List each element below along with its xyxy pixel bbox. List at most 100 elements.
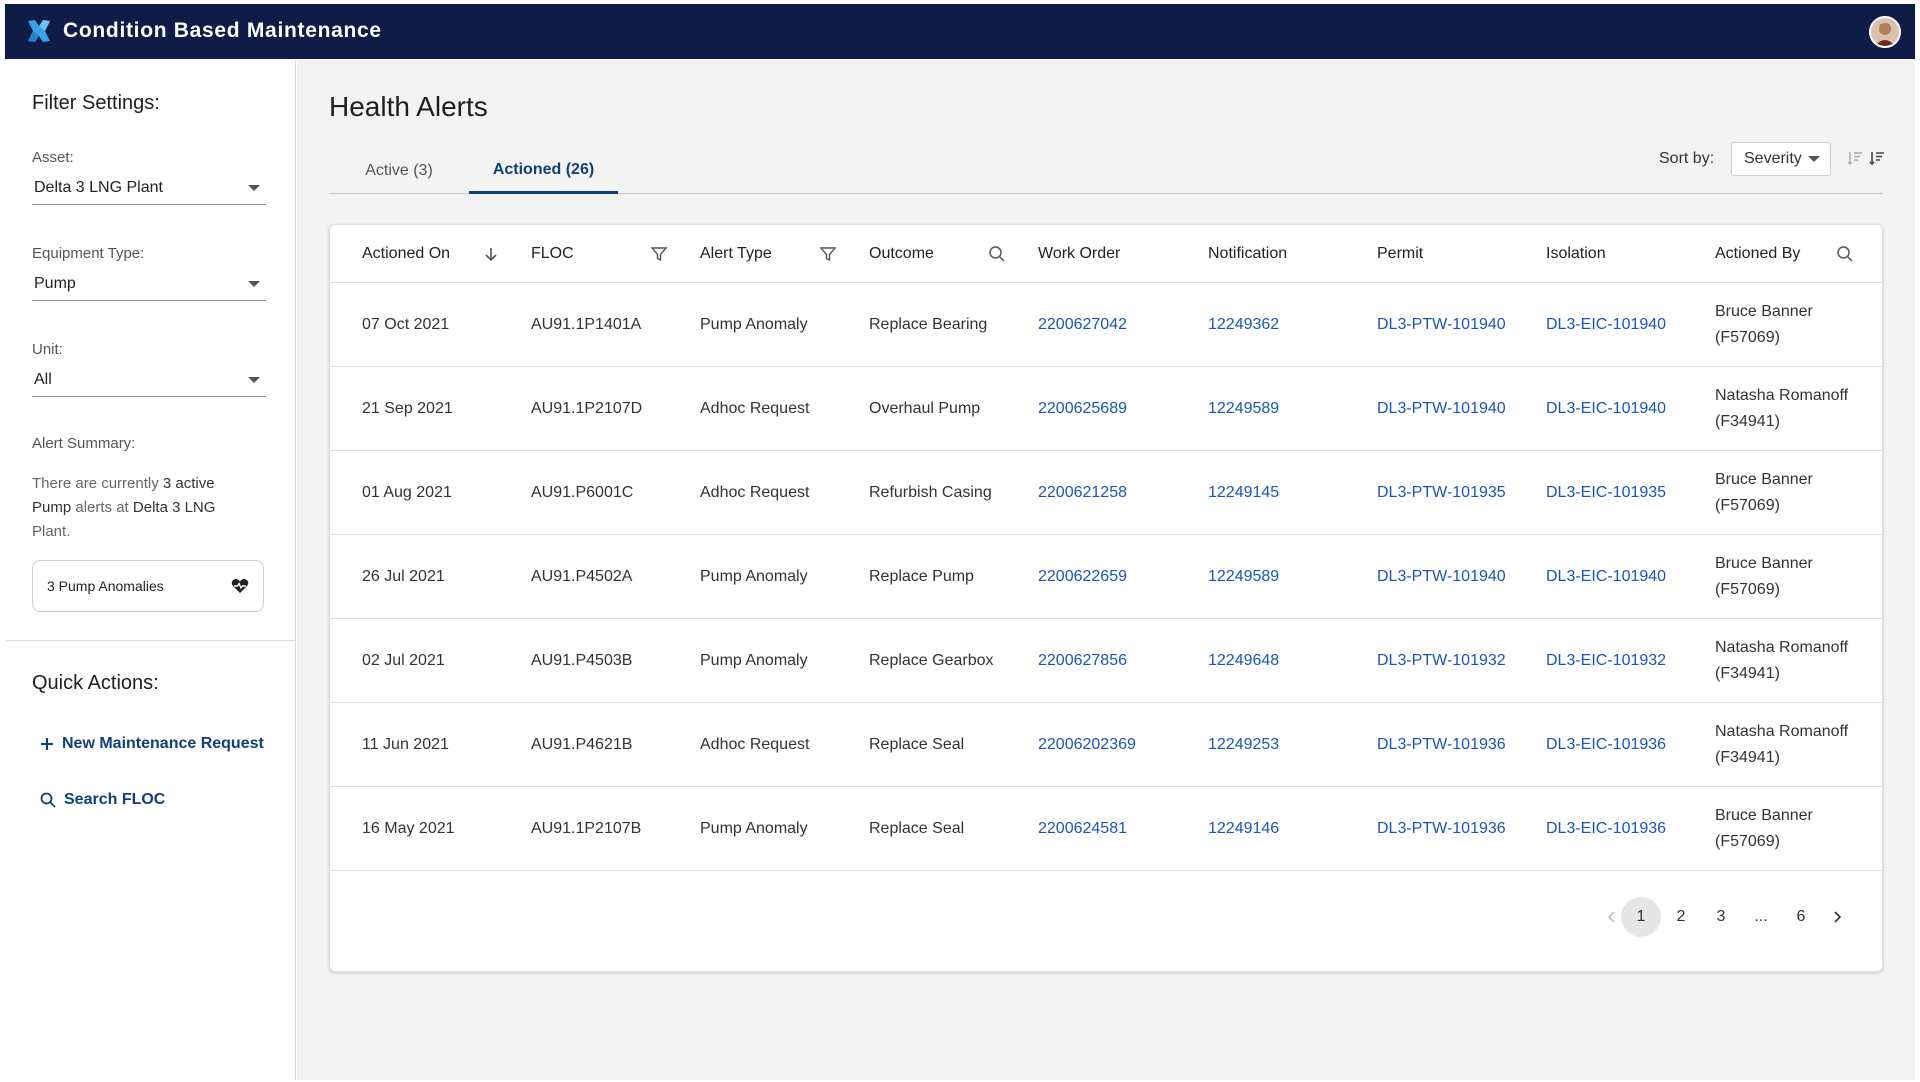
asset-select[interactable]: Delta 3 LNG Plant: [32, 171, 266, 205]
isolation-link[interactable]: DL3-EIC-101940: [1546, 283, 1666, 367]
unit-select[interactable]: All: [32, 363, 266, 397]
col-actioned-on[interactable]: Actioned On: [362, 225, 450, 283]
work-order-link[interactable]: 2200622659: [1038, 535, 1127, 619]
heart-pulse-icon: [231, 579, 249, 593]
isolation-link[interactable]: DL3-EIC-101932: [1546, 619, 1666, 703]
search-icon[interactable]: [1836, 245, 1854, 263]
pump-anomalies-chip[interactable]: 3 Pump Anomalies: [32, 560, 264, 612]
isolation-link[interactable]: DL3-EIC-101940: [1546, 535, 1666, 619]
col-isolation[interactable]: Isolation: [1546, 225, 1606, 283]
isolation-link[interactable]: DL3-EIC-101936: [1546, 703, 1666, 787]
actioned-by-name: Bruce Banner: [1715, 303, 1813, 320]
work-order-link[interactable]: 2200624581: [1038, 787, 1127, 871]
new-maintenance-request-button[interactable]: New Maintenance Request: [40, 735, 264, 753]
tab-active[interactable]: Active (3): [329, 148, 469, 194]
notification-link[interactable]: 12249589: [1208, 367, 1279, 451]
work-order-link[interactable]: 22006202369: [1038, 703, 1136, 787]
search-floc-button[interactable]: Search FLOC: [40, 791, 165, 809]
cell-alert-type: Adhoc Request: [700, 736, 810, 753]
page-6[interactable]: 6: [1781, 897, 1821, 937]
table-row[interactable]: 21 Sep 2021 AU91.1P2107D Adhoc Request Over…: [330, 367, 1882, 451]
table-row[interactable]: 11 Jun 2021 AU91.P4621B Adhoc Request Repla…: [330, 703, 1882, 787]
col-floc[interactable]: FLOC: [531, 225, 574, 283]
cell-alert-type: Pump Anomaly: [700, 316, 808, 333]
page-3[interactable]: 3: [1701, 897, 1741, 937]
alerts-table-card: Actioned On FLOC Alert Type Outcome Work…: [329, 224, 1883, 972]
quick-actions-title: Quick Actions:: [32, 672, 159, 694]
actioned-by-name: Bruce Banner: [1715, 807, 1813, 824]
filter-icon[interactable]: [650, 245, 668, 263]
filter-settings-title: Filter Settings:: [32, 92, 160, 114]
notification-link[interactable]: 12249589: [1208, 535, 1279, 619]
summary-equipment: Pump: [32, 499, 72, 516]
cell-actioned-on: 02 Jul 2021: [362, 652, 445, 669]
sort-select[interactable]: Severity: [1731, 142, 1831, 176]
table-row[interactable]: 01 Aug 2021 AU91.P6001C Adhoc Request Refur…: [330, 451, 1882, 535]
notification-link[interactable]: 12249146: [1208, 787, 1279, 871]
permit-link[interactable]: DL3-PTW-101940: [1377, 283, 1506, 367]
chevron-down-icon: [248, 280, 260, 287]
col-work-order[interactable]: Work Order: [1038, 225, 1120, 283]
work-order-link[interactable]: 2200627042: [1038, 283, 1127, 367]
summary-count: 3 active: [162, 475, 215, 492]
filter-icon[interactable]: [819, 245, 837, 263]
col-alert-type[interactable]: Alert Type: [700, 225, 772, 283]
work-order-link[interactable]: 2200621258: [1038, 451, 1127, 535]
search-icon[interactable]: [988, 245, 1006, 263]
col-notification[interactable]: Notification: [1208, 225, 1287, 283]
tab-actioned[interactable]: Actioned (26): [469, 148, 618, 194]
permit-link[interactable]: DL3-PTW-101940: [1377, 367, 1506, 451]
col-permit[interactable]: Permit: [1377, 225, 1423, 283]
table-row[interactable]: 07 Oct 2021 AU91.1P1401A Pump Anomaly Repla…: [330, 283, 1882, 367]
actioned-by-name: Natasha Romanoff: [1715, 387, 1849, 404]
table-row[interactable]: 16 May 2021 AU91.1P2107B Pump Anomaly Repla…: [330, 787, 1882, 871]
permit-link[interactable]: DL3-PTW-101935: [1377, 451, 1506, 535]
table-row[interactable]: 02 Jul 2021 AU91.P4503B Pump Anomaly Replac…: [330, 619, 1882, 703]
sort-descending-icon[interactable]: [1869, 150, 1885, 166]
work-order-link[interactable]: 2200627856: [1038, 619, 1127, 703]
permit-link[interactable]: DL3-PTW-101932: [1377, 619, 1506, 703]
cell-outcome: Replace Bearing: [869, 316, 988, 333]
brand[interactable]: Condition Based Maintenance: [25, 17, 382, 45]
page-1[interactable]: 1: [1621, 897, 1661, 937]
actioned-by-name: Bruce Banner: [1715, 471, 1813, 488]
permit-link[interactable]: DL3-PTW-101936: [1377, 787, 1506, 871]
cell-actioned-by: Bruce Banner (F57069): [1715, 535, 1813, 619]
actioned-by-id: (F57069): [1715, 497, 1780, 514]
page-2[interactable]: 2: [1661, 897, 1701, 937]
cell-alert-type: Pump Anomaly: [700, 652, 808, 669]
cell-outcome: Replace Seal: [869, 736, 965, 753]
isolation-link[interactable]: DL3-EIC-101936: [1546, 787, 1666, 871]
col-actioned-by[interactable]: Actioned By: [1715, 225, 1800, 283]
work-order-link[interactable]: 2200625689: [1038, 367, 1127, 451]
permit-link[interactable]: DL3-PTW-101940: [1377, 535, 1506, 619]
permit-link[interactable]: DL3-PTW-101936: [1377, 703, 1506, 787]
cross-logo-icon: [28, 20, 50, 42]
avatar[interactable]: [1869, 16, 1901, 48]
sort-value: Severity: [1744, 150, 1802, 167]
notification-link[interactable]: 12249253: [1208, 703, 1279, 787]
cell-outcome: Replace Seal: [869, 820, 965, 837]
cell-actioned-on: 21 Sep 2021: [362, 400, 453, 417]
arrow-down-icon[interactable]: [482, 245, 500, 263]
cell-floc: AU91.P6001C: [531, 484, 634, 501]
cell-outcome: Refurbish Casing: [869, 484, 992, 501]
actioned-by-name: Natasha Romanoff: [1715, 639, 1849, 656]
alert-summary-label: Alert Summary:: [32, 435, 136, 452]
cell-alert-type: Pump Anomaly: [700, 820, 808, 837]
cell-actioned-on: 07 Oct 2021: [362, 316, 450, 333]
isolation-link[interactable]: DL3-EIC-101940: [1546, 367, 1666, 451]
chevron-right-icon[interactable]: [1829, 909, 1845, 925]
chevron-left-icon[interactable]: [1604, 909, 1620, 925]
chevron-down-icon: [248, 376, 260, 383]
col-outcome[interactable]: Outcome: [869, 225, 934, 283]
sort-ascending-icon[interactable]: [1847, 150, 1863, 166]
equipment-type-select[interactable]: Pump: [32, 267, 266, 301]
notification-link[interactable]: 12249648: [1208, 619, 1279, 703]
isolation-link[interactable]: DL3-EIC-101935: [1546, 451, 1666, 535]
cell-alert-type: Pump Anomaly: [700, 568, 808, 585]
notification-link[interactable]: 12249362: [1208, 283, 1279, 367]
user-avatar-icon: [1871, 18, 1899, 46]
table-row[interactable]: 26 Jul 2021 AU91.P4502A Pump Anomaly Replac…: [330, 535, 1882, 619]
notification-link[interactable]: 12249145: [1208, 451, 1279, 535]
